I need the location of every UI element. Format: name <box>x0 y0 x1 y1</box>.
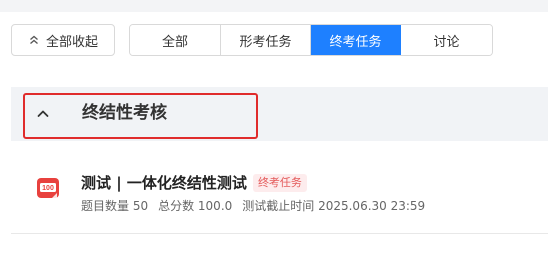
tab-final-tasks[interactable]: 终考任务 <box>311 25 401 55</box>
tab-all[interactable]: 全部 <box>130 25 221 55</box>
double-chevron-up-icon <box>28 34 40 46</box>
exam-score-icon: 100 <box>36 176 60 200</box>
list-divider <box>11 233 548 234</box>
task-type-badge: 终考任务 <box>252 174 307 192</box>
collapse-all-label: 全部收起 <box>45 34 98 50</box>
top-strip <box>0 0 548 12</box>
task-title-row: 测试 | 一体化终结性测试 终考任务 <box>81 173 307 193</box>
question-count: 题目数量 50 <box>81 199 149 213</box>
task-filter-tabs: 全部 形考任务 终考任务 讨论 <box>129 24 493 56</box>
chevron-up-icon[interactable] <box>36 106 50 120</box>
tab-formative-tasks[interactable]: 形考任务 <box>221 25 311 55</box>
task-title-link[interactable]: 测试 | 一体化终结性测试 <box>81 173 247 193</box>
collapse-all-button[interactable]: 全部收起 <box>11 24 115 56</box>
section-title: 终结性考核 <box>82 103 167 123</box>
tab-discussion[interactable]: 讨论 <box>401 25 492 55</box>
task-meta: 题目数量 50 总分数 100.0 测试截止时间 2025.06.30 23:5… <box>81 198 425 214</box>
deadline: 测试截止时间 2025.06.30 23:59 <box>242 199 426 213</box>
total-score: 总分数 100.0 <box>158 199 233 213</box>
svg-text:100: 100 <box>42 185 54 192</box>
